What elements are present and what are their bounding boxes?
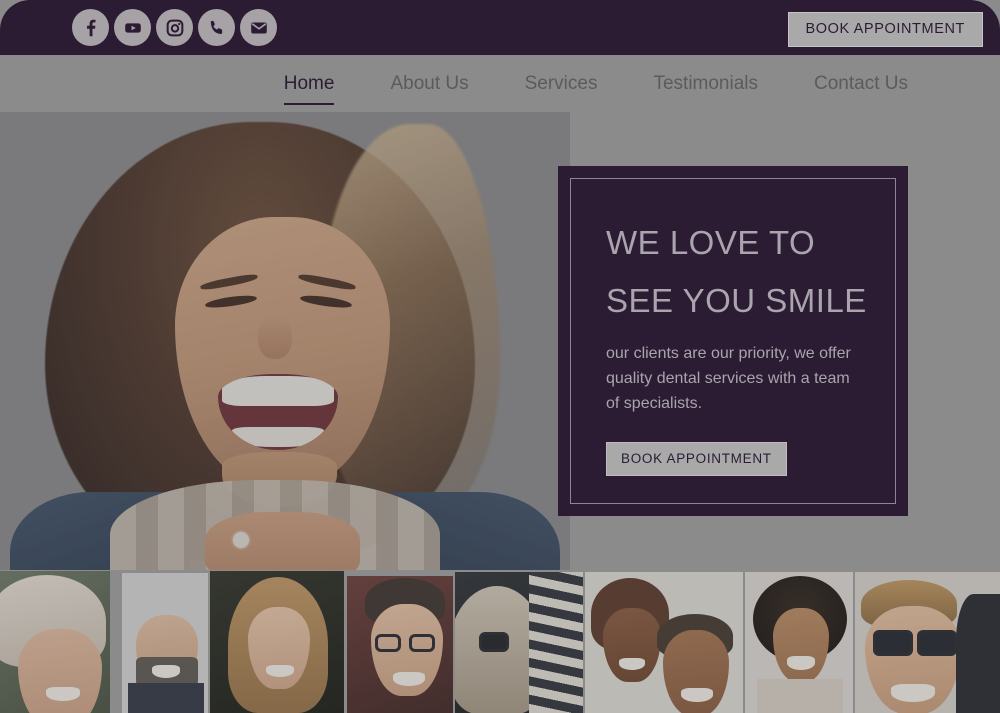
website-page: BOOK APPOINTMENT Home About Us Services …	[0, 0, 1000, 713]
gallery-tile-4[interactable]	[347, 576, 453, 713]
hero-title-line-1: WE LOVE TO	[606, 224, 816, 261]
hero-photo-overlay	[0, 112, 570, 570]
top-bar: BOOK APPOINTMENT	[0, 0, 1000, 55]
patient-gallery	[0, 570, 1000, 713]
hero-photo	[0, 112, 570, 570]
gallery-tile-7[interactable]	[745, 572, 853, 713]
nav-item-contact-us[interactable]: Contact Us	[786, 72, 936, 96]
gallery-tile-8[interactable]	[855, 572, 1000, 713]
hero-subtitle: our clients are our priority, we offer q…	[606, 345, 851, 412]
email-icon[interactable]	[240, 9, 277, 46]
hero-text-panel: WE LOVE TO SEE YOU SMILE our clients are…	[558, 166, 908, 516]
youtube-icon[interactable]	[114, 9, 151, 46]
facebook-icon[interactable]	[72, 9, 109, 46]
book-appointment-button-hero[interactable]: BOOK APPOINTMENT	[606, 442, 787, 476]
gallery-tile-3[interactable]	[210, 571, 344, 713]
phone-icon[interactable]	[198, 9, 235, 46]
hero-title: WE LOVE TO SEE YOU SMILE	[606, 214, 886, 330]
gallery-tile-6[interactable]	[585, 572, 743, 713]
nav-item-testimonials[interactable]: Testimonials	[625, 72, 786, 96]
gallery-tile-2[interactable]	[122, 573, 208, 713]
hero-section: WE LOVE TO SEE YOU SMILE our clients are…	[0, 112, 1000, 570]
instagram-icon[interactable]	[156, 9, 193, 46]
hero-title-line-2: SEE YOU SMILE	[606, 282, 867, 319]
nav-item-about-us[interactable]: About Us	[362, 72, 496, 96]
book-appointment-button-top[interactable]: BOOK APPOINTMENT	[787, 12, 983, 47]
social-links	[72, 9, 277, 46]
nav-item-home[interactable]: Home	[256, 72, 363, 105]
gallery-tile-5[interactable]	[455, 572, 583, 713]
nav-list: Home About Us Services Testimonials Cont…	[256, 72, 936, 105]
gallery-tile-1[interactable]	[0, 571, 110, 713]
main-navigation: Home About Us Services Testimonials Cont…	[0, 55, 1000, 112]
nav-item-services[interactable]: Services	[497, 72, 626, 96]
